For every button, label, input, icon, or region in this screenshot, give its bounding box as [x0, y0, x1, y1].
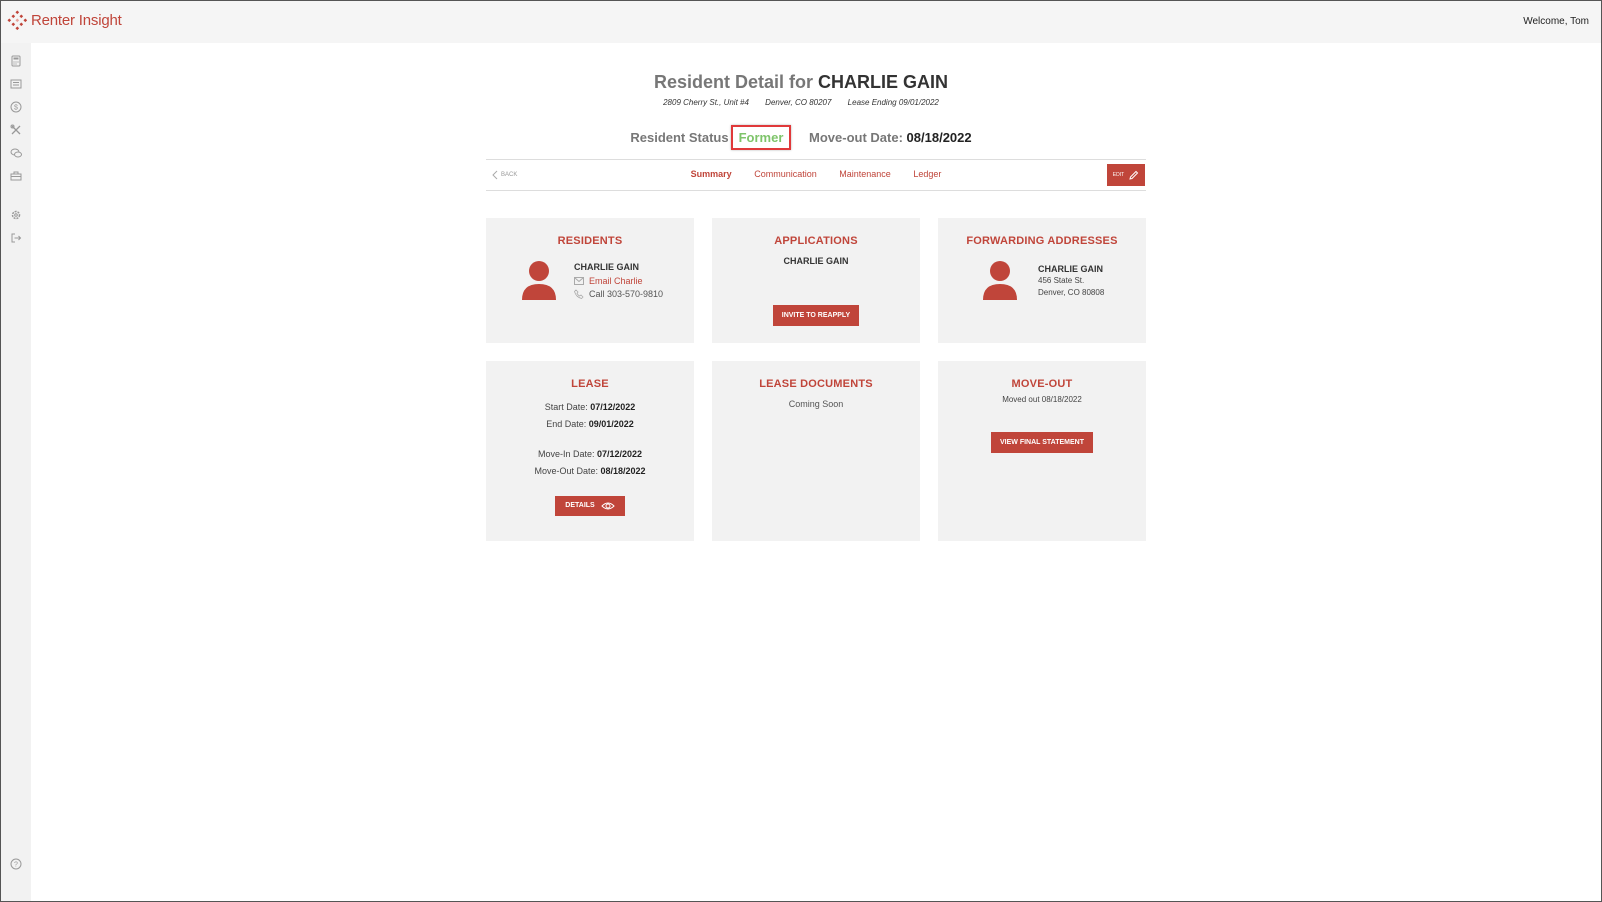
logo-icon	[7, 10, 27, 30]
tab-communication[interactable]: Communication	[754, 169, 817, 179]
view-final-statement-button[interactable]: VIEW FINAL STATEMENT	[991, 432, 1093, 453]
logout-icon[interactable]	[10, 232, 22, 244]
status-row: Resident Status Former Move-out Date: 08/…	[0, 125, 1602, 150]
moved-out-text: Moved out 08/18/2022	[1002, 395, 1082, 404]
lease-card: LEASE Start Date: 07/12/2022 End Date: 0…	[486, 361, 694, 541]
page-title: Resident Detail for CHARLIE GAIN	[0, 72, 1602, 93]
status-label: Resident Status	[630, 130, 729, 145]
tabs: Summary Communication Maintenance Ledger	[486, 169, 1146, 179]
applications-card: APPLICATIONS CHARLIE GAIN INVITE TO REAP…	[712, 218, 920, 343]
lease-documents-title: LEASE DOCUMENTS	[759, 378, 873, 390]
pencil-icon	[1129, 170, 1139, 180]
page-header: Resident Detail for CHARLIE GAIN 2809 Ch…	[0, 72, 1602, 107]
forwarding-city: Denver, CO 80808	[1038, 288, 1105, 297]
lease-ending: Lease Ending 09/01/2022	[847, 98, 939, 107]
coming-soon-text: Coming Soon	[788, 399, 844, 409]
resident-name: CHARLIE GAIN	[818, 72, 949, 92]
briefcase-icon[interactable]	[10, 170, 22, 182]
property-info: 2809 Cherry St., Unit #4 Denver, CO 8020…	[0, 98, 1602, 107]
eye-icon	[601, 502, 615, 509]
edit-button[interactable]: EDIT	[1107, 164, 1145, 186]
edit-label: EDIT	[1112, 172, 1125, 178]
top-bar: Renter Insight Welcome, Tom	[1, 1, 1601, 43]
email-label: Email Charlie	[589, 276, 643, 286]
title-prefix: Resident Detail for	[653, 72, 813, 92]
lease-documents-card: LEASE DOCUMENTS Coming Soon	[712, 361, 920, 541]
help-icon[interactable]: ?	[10, 858, 22, 870]
invite-to-reapply-button[interactable]: INVITE TO REAPPLY	[772, 305, 860, 326]
lease-moveout: Move-Out Date: 08/18/2022	[534, 466, 646, 476]
residents-card: RESIDENTS CHARLIE GAIN Email Charlie Cal…	[486, 218, 694, 343]
call-link[interactable]: Call 303-570-9810	[574, 289, 663, 299]
person-icon	[983, 261, 1017, 300]
moveout-date: 08/18/2022	[906, 130, 972, 145]
calculator-icon[interactable]	[10, 55, 22, 67]
moveout-title: MOVE-OUT	[1011, 378, 1073, 390]
unit-address: 2809 Cherry St., Unit #4	[663, 98, 749, 107]
details-button[interactable]: DETAILS	[555, 495, 625, 516]
applications-title: APPLICATIONS	[774, 235, 858, 247]
moveout-card: MOVE-OUT Moved out 08/18/2022 VIEW FINAL…	[938, 361, 1146, 541]
sidebar: $ ?	[1, 43, 31, 901]
tab-maintenance[interactable]: Maintenance	[839, 169, 891, 179]
welcome-text: Welcome, Tom	[1523, 16, 1589, 27]
forwarding-card: FORWARDING ADDRESSES CHARLIE GAIN 456 St…	[938, 218, 1146, 343]
tab-ledger[interactable]: Ledger	[913, 169, 941, 179]
lease-movein: Move-In Date: 07/12/2022	[537, 449, 643, 459]
moveout-label: Move-out Date:	[809, 130, 903, 145]
status-value: Former	[730, 125, 792, 150]
resident-card-name: CHARLIE GAIN	[574, 262, 639, 272]
forwarding-name: CHARLIE GAIN	[1038, 264, 1103, 274]
envelope-icon	[574, 277, 584, 285]
lease-title: LEASE	[571, 378, 609, 390]
lease-start: Start Date: 07/12/2022	[544, 402, 636, 412]
lease-end: End Date: 09/01/2022	[546, 419, 634, 429]
forwarding-street: 456 State St.	[1038, 276, 1085, 285]
forwarding-title: FORWARDING ADDRESSES	[966, 235, 1118, 247]
tab-bar: BACK Summary Communication Maintenance L…	[486, 159, 1146, 191]
svg-text:?: ?	[14, 862, 18, 869]
person-icon	[522, 261, 556, 300]
applicant-name: CHARLIE GAIN	[783, 256, 849, 266]
unit-city: Denver, CO 80207	[765, 98, 832, 107]
residents-title: RESIDENTS	[557, 235, 623, 247]
email-link[interactable]: Email Charlie	[574, 276, 663, 286]
brand-name: Renter Insight	[31, 11, 122, 29]
gear-icon[interactable]	[10, 209, 22, 221]
phone-icon	[574, 289, 584, 299]
phone-label: Call 303-570-9810	[589, 289, 664, 299]
tab-summary[interactable]: Summary	[691, 169, 732, 179]
details-label: DETAILS	[565, 502, 595, 509]
logo[interactable]: Renter Insight	[7, 10, 122, 30]
